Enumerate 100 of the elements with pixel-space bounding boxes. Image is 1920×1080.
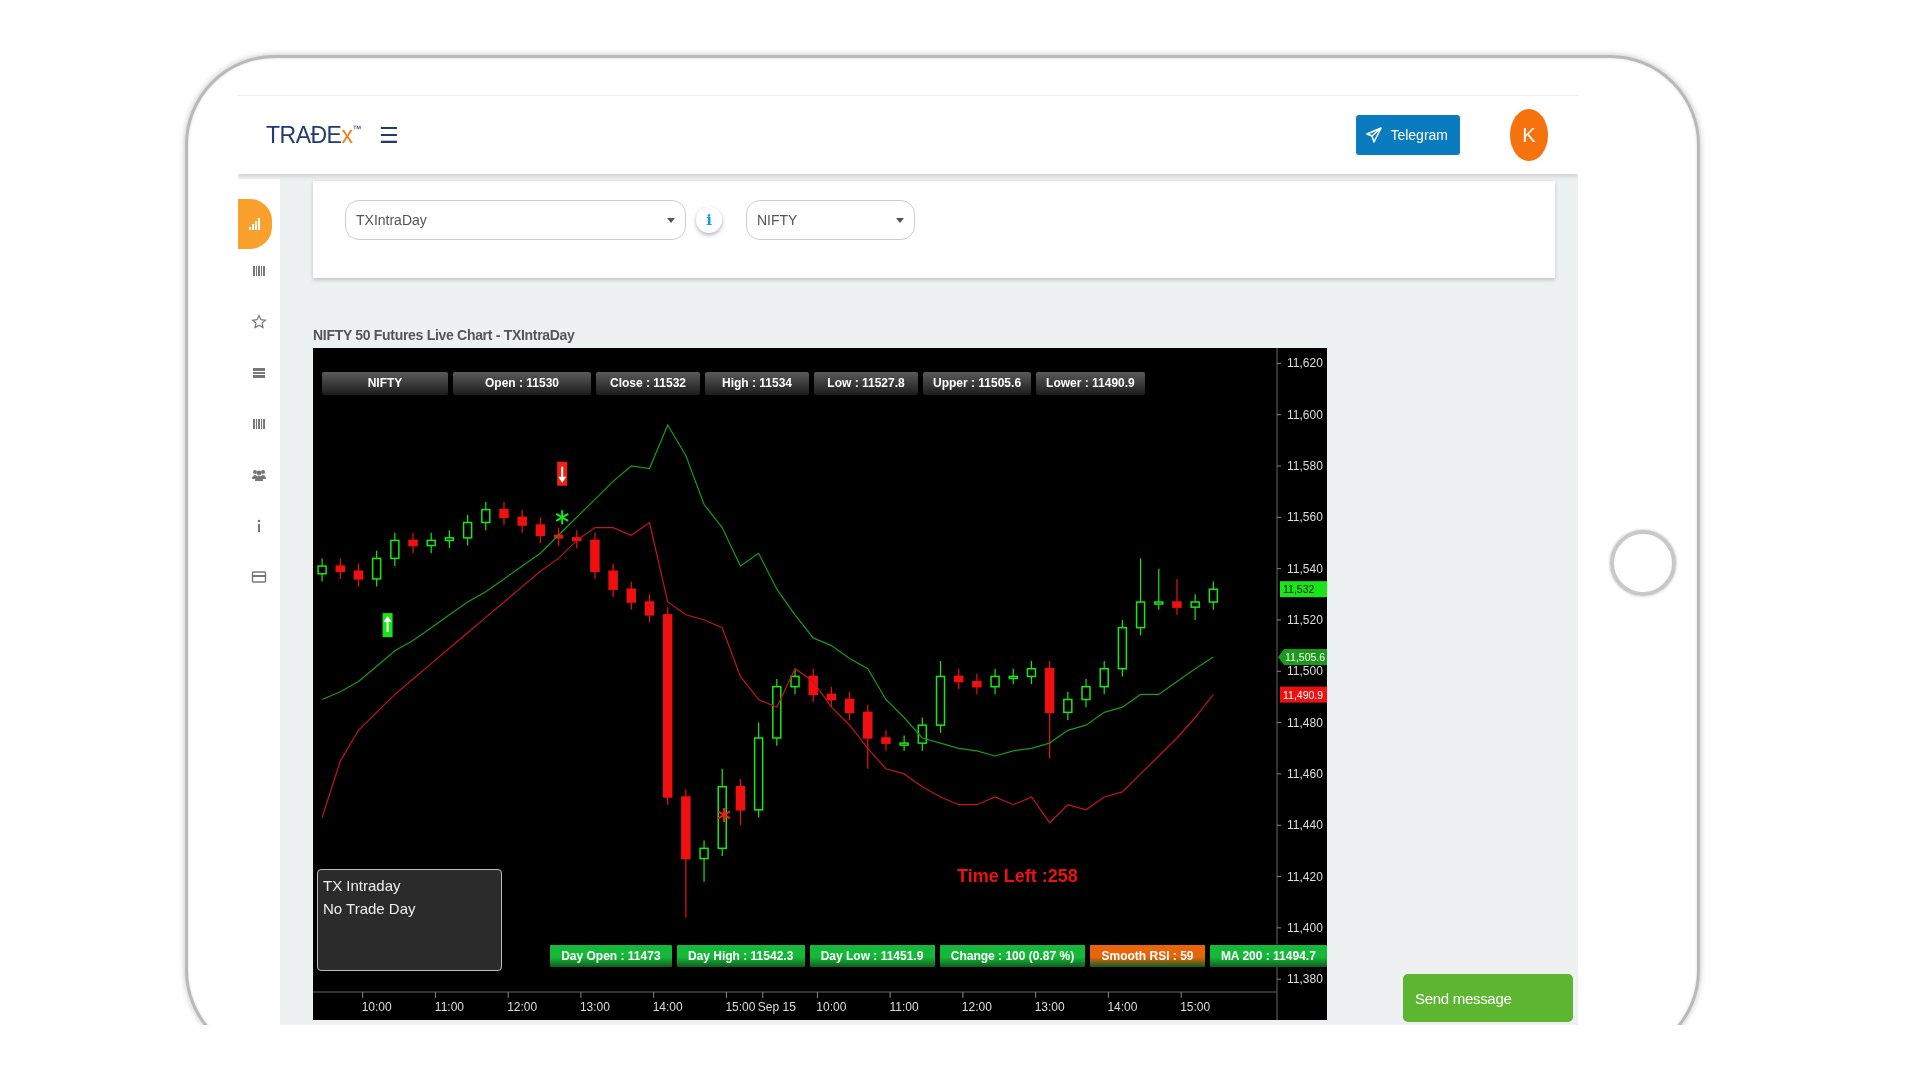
candlestick (790, 668, 800, 695)
y-tick-label: 11,420 (1287, 869, 1323, 884)
candlestick (1008, 668, 1018, 685)
candlestick (735, 778, 746, 826)
logo: TRAĐEx$^{™}$ (266, 121, 361, 149)
candlestick (390, 532, 400, 567)
y-tick-label: 11,540 (1287, 561, 1323, 576)
x-tick-label: 11:00 (434, 1000, 464, 1014)
stat-label: Day Open : 11473 (550, 945, 672, 967)
candlestick (972, 673, 982, 695)
candlestick (353, 562, 364, 588)
candlestick (426, 532, 436, 554)
candlestick (408, 532, 418, 554)
bars-icon (251, 416, 267, 432)
x-tick-label: 14:00 (652, 1000, 683, 1014)
paper-plane-icon (1366, 127, 1383, 143)
signal-icon (247, 216, 263, 232)
candlestick (317, 557, 327, 583)
stat-label: Low : 11527.8 (814, 372, 918, 395)
timer-text: Time Left :258 (957, 866, 1078, 887)
stat-label: Open : 11530 (453, 372, 591, 395)
candlestick (644, 593, 655, 624)
chart-title: NIFTY 50 Futures Live Chart - TXIntraDay (313, 327, 575, 343)
candlestick (1172, 578, 1182, 616)
stat-label: Upper : 11505.6 (923, 372, 1032, 395)
asterisk-icon (717, 806, 732, 823)
people-icon (251, 467, 267, 483)
candlestick (1190, 593, 1200, 621)
send-message-button[interactable]: Send message (1403, 974, 1573, 1022)
candlestick (462, 514, 473, 547)
y-tick-label: 11,520 (1287, 612, 1323, 627)
candlestick (1154, 568, 1164, 611)
legend-text: No Trade Day (323, 899, 416, 919)
candlestick (899, 734, 909, 752)
x-tick-label: 11:00 (889, 1000, 919, 1014)
x-tick-label: 12:00 (961, 1000, 992, 1014)
x-tick-label: 10:00 (361, 1000, 392, 1014)
candlestick (808, 668, 818, 703)
y-tick-label: 11,440 (1287, 818, 1323, 833)
stat-label: Close : 11532 (596, 372, 700, 395)
stat-label: Change : 100 (0.87 %) (939, 945, 1086, 967)
x-tick-label: 15:00 (1180, 1000, 1211, 1014)
stat-label: NIFTY (322, 372, 448, 395)
candlestick (881, 729, 891, 752)
legend-text: TX Intraday (323, 876, 401, 896)
symbol-dropdown[interactable]: NIFTY (746, 200, 915, 240)
y-tick-label: 11,600 (1287, 407, 1323, 422)
candlestick (572, 529, 582, 549)
y-tick-label: 11,400 (1287, 920, 1323, 935)
stat-label: Day Low : 11451.9 (809, 945, 935, 967)
candlestick (444, 529, 455, 549)
candlestick (335, 557, 346, 580)
price-tag: 11,532 (1280, 581, 1327, 598)
candlestick (371, 550, 382, 588)
x-tick-label: Sep 15 (757, 1000, 796, 1014)
candlestick (699, 840, 709, 883)
candlestick (1117, 619, 1128, 677)
stat-label: Smooth RSI : 59 (1090, 945, 1205, 967)
stat-label: MA 200 : 11494.7 (1209, 945, 1327, 967)
telegram-button[interactable]: Telegram (1356, 115, 1460, 155)
x-tick-label: 14:00 (1107, 1000, 1138, 1014)
info-button[interactable]: i (696, 207, 722, 233)
candlestick (826, 686, 837, 708)
star-icon (251, 314, 267, 330)
strategy-dropdown[interactable]: TXIntraDay (345, 200, 686, 240)
candlestick (499, 501, 509, 526)
x-tick-label: 13:00 (579, 1000, 610, 1014)
candlestick (1081, 678, 1091, 708)
x-tick-label: 12:00 (507, 1000, 538, 1014)
candlestick (1099, 660, 1109, 695)
stat-label: Lower : 11490.9 (1036, 372, 1145, 395)
y-tick-label: 11,500 (1287, 664, 1323, 679)
x-tick-label: 15:00 (725, 1000, 756, 1014)
candlestick (1208, 580, 1219, 611)
candlestick (590, 532, 600, 580)
avatar[interactable]: K (1510, 109, 1548, 161)
candlestick (772, 678, 782, 747)
x-tick-label: 10:00 (816, 1000, 847, 1014)
candlestick (553, 527, 564, 547)
candlestick (1026, 660, 1037, 685)
y-tick-label: 11,620 (1287, 356, 1323, 371)
candlestick (626, 580, 637, 611)
candlestick (535, 516, 546, 544)
candlestick (844, 691, 855, 721)
y-tick-label: 11,580 (1287, 459, 1323, 473)
candlestick (953, 668, 964, 690)
stat-label: Day High : 11542.3 (676, 945, 805, 967)
y-tick-label: 11,480 (1287, 715, 1323, 730)
candlestick (990, 668, 1000, 695)
candlestick (608, 562, 618, 598)
y-tick-label: 11,460 (1287, 766, 1323, 781)
candlestick (1063, 691, 1073, 721)
list-icon (251, 365, 267, 381)
menu-button[interactable]: ☰ (378, 122, 399, 148)
x-tick-label: 13:00 (1034, 1000, 1065, 1014)
card-icon (251, 569, 267, 585)
candlestick (863, 704, 873, 770)
candlestick (517, 509, 527, 534)
candlestick (481, 501, 491, 531)
bars-icon (251, 263, 267, 279)
